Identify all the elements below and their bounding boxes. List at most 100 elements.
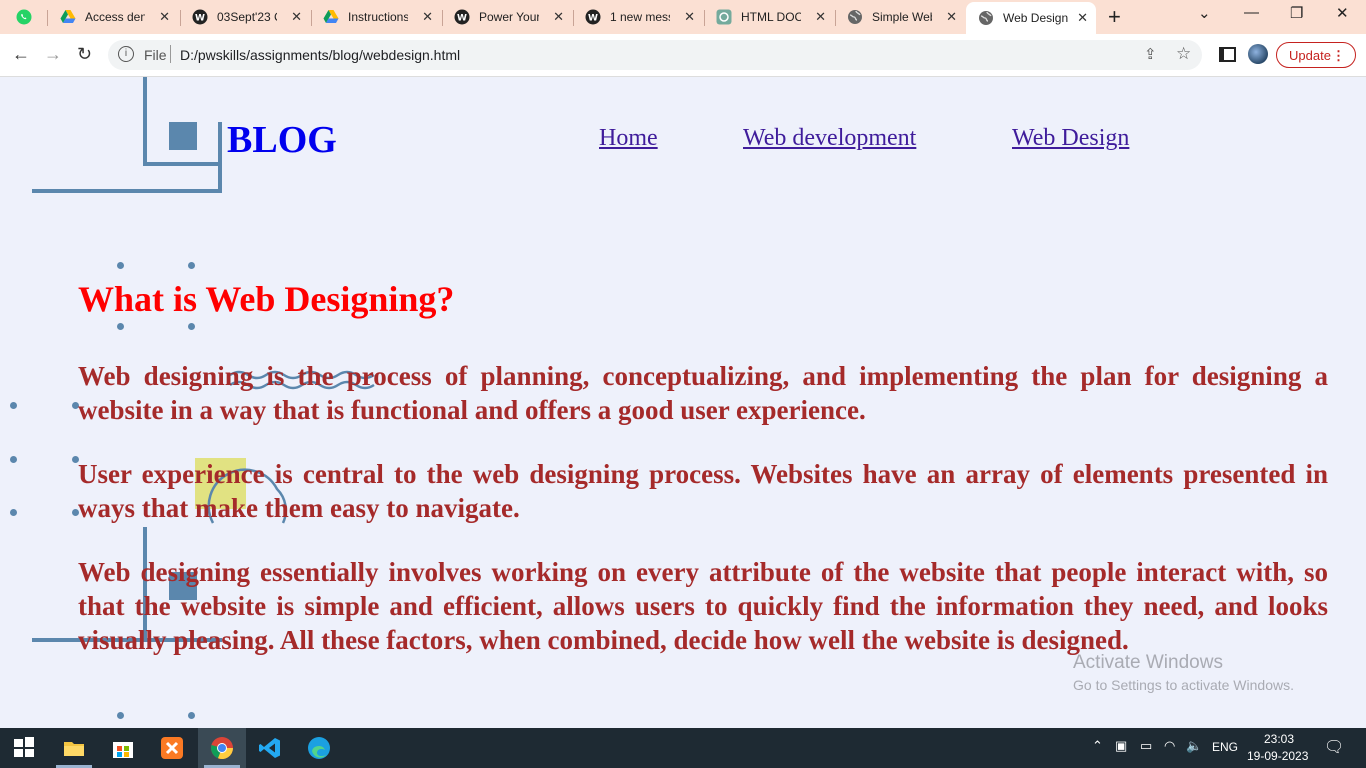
edge-icon[interactable] bbox=[307, 736, 331, 760]
close-window-button[interactable]: ✕ bbox=[1336, 4, 1349, 22]
update-label: Update bbox=[1289, 48, 1331, 63]
site-logo[interactable]: BLOG bbox=[227, 118, 337, 162]
tab-title: Simple Web bbox=[872, 10, 932, 24]
activate-windows-subtitle: Go to Settings to activate Windows. bbox=[1073, 677, 1294, 693]
nav-link-web-design[interactable]: Web Design bbox=[1012, 125, 1129, 152]
paragraph-3: Web designing essentially involves worki… bbox=[78, 557, 1328, 655]
menu-dots-icon[interactable]: ⋮ bbox=[1332, 43, 1345, 69]
tab-title: 03Sept'23 Co bbox=[217, 10, 277, 24]
logo-frame-line bbox=[218, 122, 222, 193]
meet-now-icon[interactable]: ▣ bbox=[1115, 738, 1127, 754]
new-tab-button[interactable]: + bbox=[1108, 4, 1121, 30]
web-page: BLOG Home Web development Web Design Wha… bbox=[0, 77, 1366, 728]
tab-power-your[interactable]: W Power Your S ✕ bbox=[442, 4, 572, 30]
tab-new-message[interactable]: W 1 new messa ✕ bbox=[573, 4, 703, 30]
tab-title: Power Your S bbox=[479, 10, 539, 24]
pwskills-icon: W bbox=[454, 9, 470, 25]
decor-dot bbox=[188, 323, 195, 330]
file-explorer-icon[interactable] bbox=[62, 736, 86, 760]
decor-dot bbox=[117, 323, 124, 330]
decor-dot bbox=[10, 509, 17, 516]
windows-start-icon[interactable] bbox=[13, 736, 37, 760]
update-button[interactable]: Update ⋮ bbox=[1276, 42, 1356, 68]
show-hidden-icons-chevron[interactable]: ⌃ bbox=[1092, 738, 1103, 754]
tab-title: Instructions f bbox=[348, 10, 408, 24]
clock-time[interactable]: 23:03 bbox=[1264, 732, 1294, 746]
decor-dot bbox=[188, 262, 195, 269]
decor-dot bbox=[10, 402, 17, 409]
scheme-label: File bbox=[144, 47, 167, 63]
logo-frame-line bbox=[143, 162, 221, 166]
tab-strip: Access denied ✕ W 03Sept'23 Co ✕ Instruc… bbox=[0, 0, 1366, 34]
tab-search-chevron-icon[interactable]: ⌄ bbox=[1198, 4, 1211, 22]
nav-link-home[interactable]: Home bbox=[599, 125, 658, 152]
google-drive-icon bbox=[60, 9, 76, 25]
close-tab-icon[interactable]: ✕ bbox=[684, 9, 695, 25]
address-bar[interactable]: i File D:/pwskills/assignments/blog/webd… bbox=[108, 40, 1202, 70]
share-icon[interactable]: ⇪ bbox=[1144, 45, 1157, 63]
decor-dot bbox=[10, 456, 17, 463]
tab-access-denied[interactable]: Access denied ✕ bbox=[48, 4, 178, 30]
chrome-icon[interactable] bbox=[210, 736, 234, 760]
clock-date[interactable]: 19-09-2023 bbox=[1247, 749, 1308, 763]
profile-avatar[interactable] bbox=[1248, 44, 1268, 64]
microsoft-store-icon[interactable] bbox=[111, 736, 135, 760]
tab-instructions[interactable]: Instructions f ✕ bbox=[311, 4, 441, 30]
vscode-icon[interactable] bbox=[258, 736, 282, 760]
battery-icon[interactable]: ▭ bbox=[1140, 738, 1152, 754]
bookmark-star-icon[interactable]: ☆ bbox=[1176, 44, 1191, 64]
xampp-icon[interactable] bbox=[160, 736, 184, 760]
notifications-icon[interactable]: 🗨 bbox=[1324, 737, 1344, 757]
forward-button[interactable]: → bbox=[44, 44, 62, 65]
close-tab-icon[interactable]: ✕ bbox=[946, 9, 957, 25]
tab-title: HTML DOCT bbox=[741, 10, 801, 24]
windows-taskbar: ⌃ ▣ ▭ ◠ 🔈 ENG 23:03 19-09-2023 🗨 bbox=[0, 728, 1366, 768]
nav-link-web-development[interactable]: Web development bbox=[743, 125, 916, 152]
reload-button[interactable]: ↻ bbox=[77, 44, 92, 65]
svg-text:W: W bbox=[195, 14, 205, 24]
chatgpt-icon bbox=[716, 9, 732, 25]
volume-icon[interactable]: 🔈 bbox=[1186, 738, 1202, 754]
close-tab-icon[interactable]: ✕ bbox=[815, 9, 826, 25]
decor-dot bbox=[117, 262, 124, 269]
browser-toolbar: ← → ↻ i File D:/pwskills/assignments/blo… bbox=[0, 34, 1366, 77]
divider bbox=[170, 45, 171, 63]
tab-pwskills-course[interactable]: W 03Sept'23 Co ✕ bbox=[180, 4, 310, 30]
tab-title: Access denied bbox=[85, 10, 145, 24]
tab-web-design[interactable]: Web Design ✕ bbox=[966, 2, 1096, 34]
whatsapp-icon bbox=[16, 9, 32, 25]
paragraph-1: Web designing is the process of planning… bbox=[78, 361, 1328, 425]
close-tab-icon[interactable]: ✕ bbox=[553, 9, 564, 25]
close-tab-icon[interactable]: ✕ bbox=[422, 9, 433, 25]
logo-frame-line bbox=[143, 77, 147, 166]
back-button[interactable]: ← bbox=[12, 44, 30, 65]
side-panel-icon[interactable] bbox=[1219, 47, 1236, 62]
tab-simple-web[interactable]: Simple Web ✕ bbox=[835, 4, 965, 30]
paragraph-2: User experience is central to the web de… bbox=[78, 459, 1328, 523]
close-tab-icon[interactable]: ✕ bbox=[1077, 10, 1088, 26]
page-heading: What is Web Designing? bbox=[78, 279, 455, 319]
restore-button[interactable]: ❐ bbox=[1290, 4, 1303, 22]
tab-title: 1 new messa bbox=[610, 10, 670, 24]
language-indicator[interactable]: ENG bbox=[1212, 740, 1238, 754]
activate-windows-title: Activate Windows bbox=[1073, 652, 1223, 673]
tab-html-doctype[interactable]: HTML DOCT ✕ bbox=[704, 4, 834, 30]
pwskills-icon: W bbox=[585, 9, 601, 25]
minimize-button[interactable]: — bbox=[1244, 4, 1259, 21]
tab-title: Web Design bbox=[1003, 11, 1069, 25]
pwskills-icon: W bbox=[192, 9, 208, 25]
close-tab-icon[interactable]: ✕ bbox=[159, 9, 170, 25]
svg-text:W: W bbox=[457, 14, 467, 24]
logo-square-icon bbox=[169, 122, 197, 150]
google-drive-icon bbox=[323, 9, 339, 25]
globe-icon bbox=[978, 10, 994, 26]
wifi-icon[interactable]: ◠ bbox=[1164, 738, 1175, 754]
tab-whatsapp[interactable] bbox=[4, 4, 44, 30]
close-tab-icon[interactable]: ✕ bbox=[291, 9, 302, 25]
decor-dot bbox=[117, 712, 124, 719]
globe-icon bbox=[847, 9, 863, 25]
svg-text:W: W bbox=[588, 14, 598, 24]
url-text[interactable]: D:/pwskills/assignments/blog/webdesign.h… bbox=[180, 47, 460, 63]
decor-dot bbox=[188, 712, 195, 719]
info-icon[interactable]: i bbox=[118, 46, 134, 62]
